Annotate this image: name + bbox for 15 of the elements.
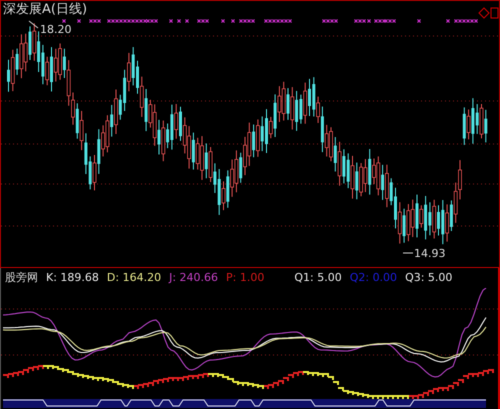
diamond-icon[interactable]	[478, 7, 490, 19]
leader-line	[28, 20, 38, 28]
indicator-value: D: 164.20	[106, 270, 162, 286]
indicator-value: J: 240.66	[169, 270, 218, 286]
indicator-value: P: 1.00	[226, 270, 264, 286]
indicator-value: Q3: 5.00	[405, 270, 452, 286]
indicator-value: Q1: 5.00	[294, 270, 342, 286]
indicator-value: Q2: 0.00	[350, 270, 398, 286]
square-icon[interactable]	[490, 8, 498, 18]
low-price-label: 14.93	[414, 247, 446, 260]
indicator-name: 股旁网	[5, 270, 38, 286]
high-price-label: 18.20	[40, 23, 72, 36]
leader-line	[402, 252, 414, 254]
indicator-value: K: 189.68	[46, 270, 99, 286]
chart-title: 深发展A(日线)	[3, 2, 88, 18]
